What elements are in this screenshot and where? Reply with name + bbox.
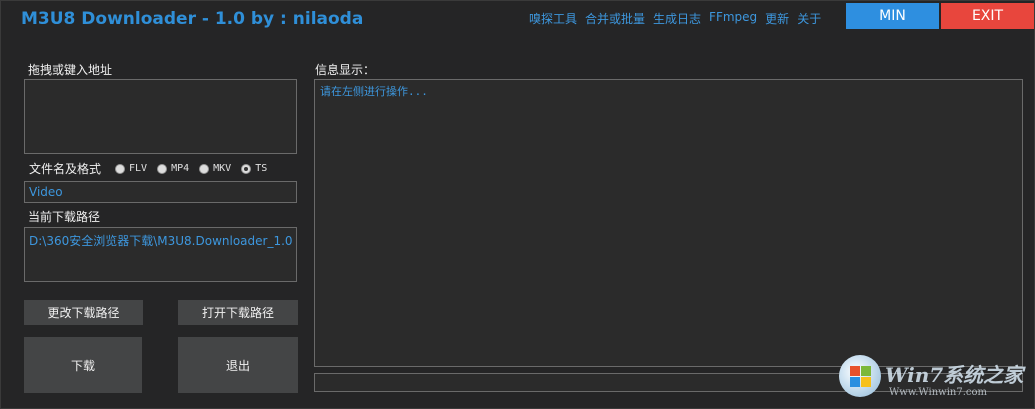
format-radio-ts[interactable]: TS [241,163,267,174]
url-label: 拖拽或键入地址 [28,63,113,77]
info-display: 请在左侧进行操作... [314,79,1023,367]
radio-selected-icon [241,163,252,174]
menu-about[interactable]: 关于 [797,10,821,27]
format-mkv-label: MKV [213,163,232,174]
watermark-url: Www.Winwin7.com [889,387,987,398]
menu-merge-batch[interactable]: 合并或批量 [585,10,645,27]
path-label: 当前下载路径 [28,210,101,224]
format-radio-flv[interactable]: FLV [115,163,147,174]
quit-button[interactable]: 退出 [178,337,298,393]
top-menu: 嗅探工具 合并或批量 生成日志 FFmpeg 更新 关于 [529,10,821,27]
radio-icon [115,163,126,174]
format-ts-label: TS [255,163,268,174]
info-label: 信息显示： [315,63,376,77]
filename-input[interactable]: Video [24,181,297,203]
format-row: 文件名及格式 FLV MP4 MKV TS [29,160,267,177]
menu-ffmpeg[interactable]: FFmpeg [709,10,757,27]
windows-logo-icon [839,355,881,397]
format-radio-mkv[interactable]: MKV [199,163,231,174]
minimize-button[interactable]: MIN [846,3,939,29]
app-window: M3U8 Downloader - 1.0 by : nilaoda 嗅探工具 … [0,0,1035,409]
menu-update[interactable]: 更新 [765,10,789,27]
download-button[interactable]: 下载 [24,337,142,393]
download-path-field[interactable]: D:\360安全浏览器下载\M3U8.Downloader_1.0 [24,227,297,282]
format-label: 文件名及格式 [29,162,102,176]
url-input[interactable] [24,79,297,154]
radio-icon [157,163,168,174]
watermark-brand: Win7系统之家 [885,363,1024,387]
app-title: M3U8 Downloader - 1.0 by : nilaoda [21,9,364,29]
menu-sniff-tool[interactable]: 嗅探工具 [529,10,577,27]
format-mp4-label: MP4 [171,163,190,174]
change-path-button[interactable]: 更改下载路径 [24,300,143,325]
radio-icon [199,163,210,174]
format-radio-mp4[interactable]: MP4 [157,163,189,174]
menu-generate-log[interactable]: 生成日志 [653,10,701,27]
open-path-button[interactable]: 打开下载路径 [178,300,298,325]
exit-button[interactable]: EXIT [941,3,1034,29]
format-flv-label: FLV [129,163,148,174]
watermark: Win7系统之家 Www.Winwin7.com [839,353,1029,403]
